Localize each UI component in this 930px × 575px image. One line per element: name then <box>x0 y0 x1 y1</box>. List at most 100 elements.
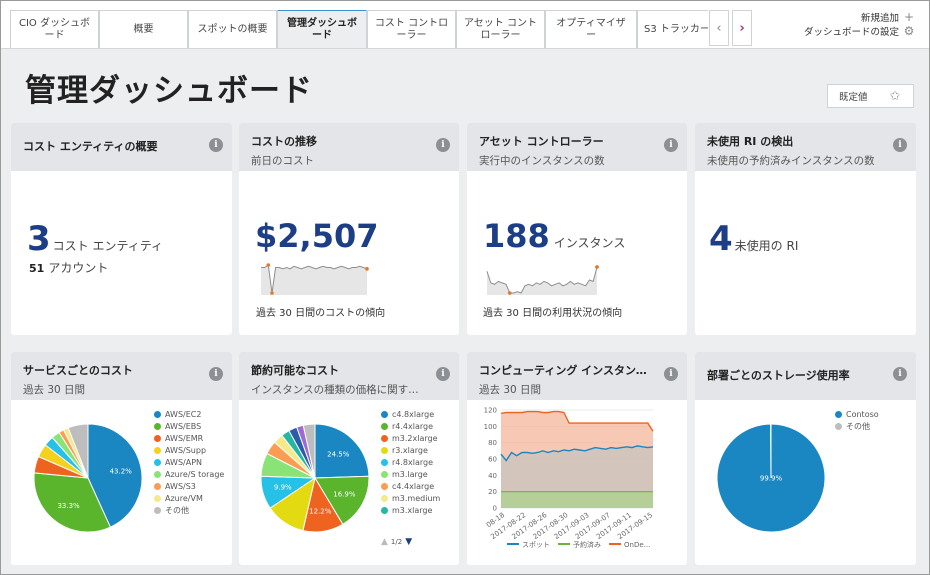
tab-overview[interactable]: 概要 <box>99 10 188 48</box>
legend-label: その他 <box>846 421 870 431</box>
info-icon[interactable]: i <box>664 367 678 381</box>
legend-item[interactable]: Azure/VM <box>154 494 230 504</box>
cost-value: $2,507 <box>255 217 379 255</box>
info-icon[interactable]: i <box>436 138 450 152</box>
legend-label: r3.xlarge <box>392 445 428 455</box>
info-icon[interactable]: i <box>664 138 678 152</box>
unused-ri-stat: 4 未使用の RI <box>709 219 798 259</box>
tab-optimizer[interactable]: オプティマイザー <box>545 10 637 48</box>
legend-item[interactable]: r3.xlarge <box>381 446 457 456</box>
card-subtitle: 過去 30 日間 <box>479 384 542 396</box>
default-button-label: 既定値 <box>839 92 868 103</box>
info-icon[interactable]: i <box>436 367 450 381</box>
legend-item[interactable]: AWS/S3 <box>154 482 230 492</box>
service-cost-pie: 43.2% 33.3% <box>33 423 143 533</box>
legend-label: OnDe... <box>624 541 650 549</box>
pie-label-1: 16.9% <box>333 491 356 499</box>
savings-card: 節約可能なコスト インスタンスの種類の価格に関する推奨… i 24.5% 16.9… <box>239 352 459 565</box>
legend-item[interactable]: r4.4xlarge <box>381 422 457 432</box>
pie-label-2: 12.2% <box>309 508 332 516</box>
add-new-link[interactable]: 新規追加 + <box>861 10 915 24</box>
info-icon[interactable]: i <box>209 138 223 152</box>
accounts-unit: アカウント <box>48 261 109 275</box>
legend-dot <box>381 458 388 466</box>
legend-item[interactable]: m3.xlarge <box>381 506 457 516</box>
legend-label: r4.4xlarge <box>392 421 434 431</box>
legend-item[interactable]: AWS/EC2 <box>154 410 230 420</box>
legend-dot <box>154 446 161 454</box>
y-tick-label: 80 <box>488 439 497 447</box>
add-new-label: 新規追加 <box>860 13 899 24</box>
info-icon[interactable]: i <box>209 367 223 381</box>
y-tick-label: 40 <box>488 472 497 480</box>
pager-down-icon[interactable]: ▼ <box>405 537 412 547</box>
tab-strip: CIO ダッシュボード 概要 スポットの概要 管理ダッシュボード コスト コント… <box>10 10 708 48</box>
legend-item[interactable]: m3.medium <box>381 494 457 504</box>
cost-sparkline <box>261 263 369 295</box>
pager-label: 1/2 <box>390 538 403 546</box>
card-subtitle: 実行中のインスタンスの数 <box>479 155 605 167</box>
legend-dot <box>835 422 842 430</box>
card-header: 節約可能なコスト インスタンスの種類の価格に関する推奨… <box>239 352 459 400</box>
sparkline-point <box>595 265 599 269</box>
dashboard-window: CIO ダッシュボード 概要 スポットの概要 管理ダッシュボード コスト コント… <box>0 0 930 575</box>
legend-dot <box>154 470 161 478</box>
legend-item[interactable]: AWS/APN <box>154 458 230 468</box>
sparkline-point <box>266 263 271 267</box>
info-icon[interactable]: i <box>893 138 907 152</box>
legend-item[interactable]: r4.8xlarge <box>381 458 457 468</box>
card-subtitle: 未使用の予約済みインスタンスの数 <box>707 155 875 167</box>
pie-label-4: 9.9% <box>274 484 292 492</box>
card-title: コスト エンティティの概要 <box>23 140 158 153</box>
legend-item[interactable]: m3.large <box>381 470 457 480</box>
card-title: サービスごとのコスト <box>23 364 133 377</box>
legend-item[interactable]: AWS/EBS <box>154 422 230 432</box>
legend-item[interactable]: c4.8xlarge <box>381 410 457 420</box>
sparkline-point <box>270 291 274 295</box>
legend-label: AWS/EC2 <box>165 410 202 419</box>
default-button[interactable]: 既定値 ✩ <box>827 84 914 108</box>
dashboard-settings-link[interactable]: ダッシュボードの設定 ⚙ <box>804 24 915 38</box>
legend-dot <box>381 494 388 502</box>
legend-dot <box>381 446 388 454</box>
service-cost-legend: AWS/EC2 AWS/EBS AWS/EMR AWS/Supp AWS/APN Azur… <box>154 410 230 518</box>
pager-up-icon[interactable]: ▲ <box>381 537 388 547</box>
tab-asset-controller[interactable]: アセット コントローラー <box>456 10 545 48</box>
legend-item[interactable]: AWS/EMR <box>154 434 230 444</box>
tab-cio-dashboard[interactable]: CIO ダッシュボード <box>10 10 99 48</box>
accounts-value: 51 <box>29 262 45 275</box>
legend-item[interactable]: その他 <box>154 506 230 516</box>
legend-item[interactable]: AWS/Supp <box>154 446 230 456</box>
legend-item[interactable]: m3.2xlarge <box>381 434 457 444</box>
legend-dot <box>381 482 388 490</box>
card-title: アセット コントローラー <box>479 135 604 148</box>
tab-cost-controller[interactable]: コスト コントローラー <box>367 10 456 48</box>
legend-dot <box>154 494 161 502</box>
legend-dot <box>835 411 842 418</box>
legend-item[interactable]: Contoso <box>835 410 905 420</box>
legend-dot <box>381 434 388 442</box>
tab-s3-tracker[interactable]: S3 トラッカー <box>637 10 708 48</box>
tab-admin-dashboard[interactable]: 管理ダッシュボード <box>277 10 367 48</box>
card-subtitle: 前日のコスト <box>251 155 314 167</box>
tab-spot-overview[interactable]: スポットの概要 <box>188 10 277 48</box>
legend-label: AWS/Supp <box>165 445 207 455</box>
legend-pager: ▲ 1/2 ▼ <box>381 537 412 547</box>
pin-icon: ✩ <box>889 88 901 104</box>
legend-item[interactable]: c4.4xlarge <box>381 482 457 492</box>
cost-entity-value: 3 <box>27 219 51 259</box>
legend-label: c4.8xlarge <box>392 410 435 419</box>
tab-prev-button[interactable]: ‹ <box>709 10 729 46</box>
legend-label: スポット <box>522 541 550 549</box>
legend-label: m3.2xlarge <box>392 433 438 443</box>
compute-area-chart: 02040608010012008-182017-08-222017-08-26… <box>484 407 655 550</box>
legend-label: その他 <box>165 505 189 515</box>
legend-item[interactable]: その他 <box>835 422 905 432</box>
savings-pie: 24.5% 16.9% 12.2% 9.9% <box>260 423 370 533</box>
info-icon[interactable]: i <box>893 367 907 381</box>
legend-label: r4.8xlarge <box>392 457 434 467</box>
legend-item[interactable]: Azure/S torage <box>154 470 230 480</box>
tab-next-button[interactable]: › <box>732 10 752 46</box>
card-subtitle: 過去 30 日間 <box>23 384 86 396</box>
service-cost-card: サービスごとのコスト 過去 30 日間 i 43.2% 33.3% AWS/EC2… <box>11 352 232 565</box>
